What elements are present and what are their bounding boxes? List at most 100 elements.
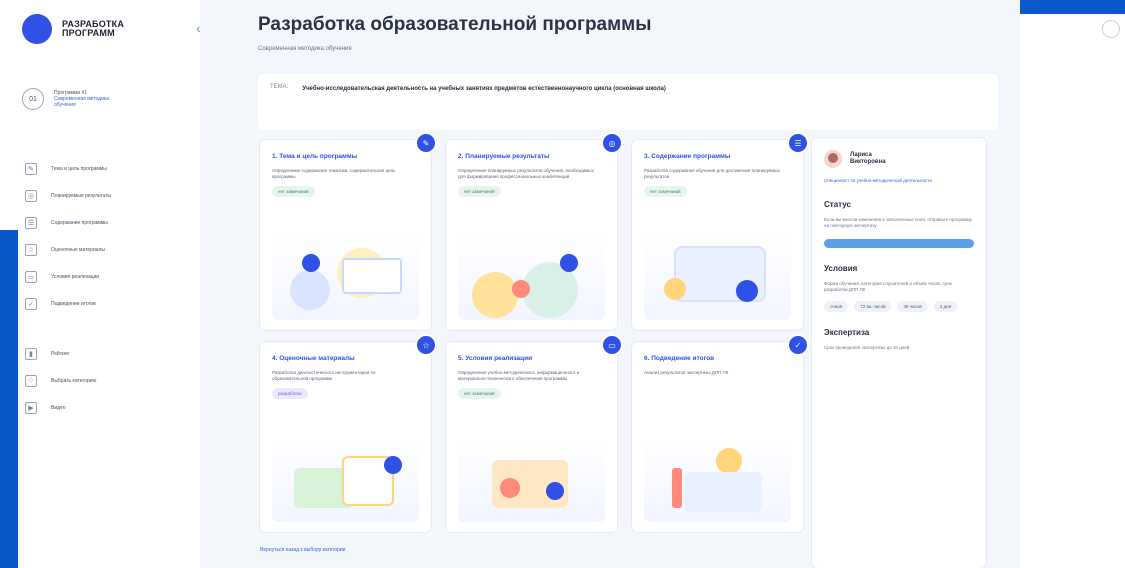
sidebar-item-label: Видео <box>51 404 66 411</box>
person-name: Лариса Викторовна <box>850 152 886 166</box>
sidebar-item-rating[interactable]: ▮ Рейтинг <box>25 340 96 367</box>
sidebar: РАЗРАБОТКА ПРОГРАММ ‹ 01 Программа #1 Со… <box>18 0 201 568</box>
card-conditions[interactable]: ▭ 5. Условия реализации Определение учеб… <box>446 334 623 532</box>
illustration <box>458 438 605 522</box>
star-icon: ☆ <box>415 334 437 356</box>
sidebar-item-choose-category[interactable]: ○ Выбрать категорию <box>25 367 96 394</box>
card-assessment[interactable]: ☆ 4. Оценочные материалы Разработка диаг… <box>260 334 437 532</box>
card-description: Разработка содержания обучения для дости… <box>644 168 780 179</box>
expertise-text: Срок проведения экспертизы до 10 дней <box>824 345 910 350</box>
theme-box: ТЕМА: Учебно-исследовательская деятельно… <box>258 74 998 130</box>
card-title: 1. Тема и цель программы <box>272 153 358 160</box>
avatar <box>824 150 842 168</box>
conditions-title: Условия <box>824 264 858 273</box>
check-icon: ✓ <box>787 334 809 356</box>
logo[interactable]: РАЗРАБОТКА ПРОГРАММ <box>22 14 124 44</box>
condition-chip: 72 ак. часов <box>854 301 892 312</box>
play-icon: ▶ <box>25 401 37 414</box>
sidebar-item-video[interactable]: ▶ Видео <box>25 394 96 421</box>
person-first-name: Лариса <box>850 152 872 158</box>
person-patronymic: Викторовна <box>850 159 886 165</box>
card-description: Определение планируемых результатов обуч… <box>458 168 594 179</box>
card-title: 6. Подведение итогов <box>644 355 715 362</box>
card-results[interactable]: ◎ 2. Планируемые результаты Определение … <box>446 132 623 330</box>
card-description: Определение учебно-методического, информ… <box>458 370 580 381</box>
illustration <box>644 236 791 320</box>
card-description: Определение содержания тематики, содержа… <box>272 168 396 179</box>
screen: РАЗРАБОТКА ПРОГРАММ ‹ 01 Программа #1 Со… <box>0 0 1125 568</box>
logo-icon <box>22 14 52 44</box>
status-text: Если вы внесли изменения в заполненные п… <box>824 217 972 228</box>
right-info-panel: Лариса Викторовна Специалист по учебно-м… <box>812 138 986 568</box>
expertise-title: Экспертиза <box>824 328 870 337</box>
list-icon: ☰ <box>25 216 37 229</box>
conditions-text: Форма обучения, категория слушателей и о… <box>824 281 952 292</box>
sidebar-item-assessment[interactable]: ☆ Оценочные материалы <box>25 236 111 263</box>
card-title: 3. Содержание программы <box>644 153 731 160</box>
card-title: 2. Планируемые результаты <box>458 153 550 160</box>
target-icon: ◎ <box>601 132 623 154</box>
illustration <box>644 438 791 522</box>
star-icon: ☆ <box>25 243 37 256</box>
status-badge: разработка <box>272 388 308 399</box>
status-badge: нет замечаний <box>458 186 501 197</box>
status-title: Статус <box>824 200 851 209</box>
condition-chip: 3 дня <box>933 301 958 312</box>
sidebar-item-summary[interactable]: ✓ Подведение итогов <box>25 290 111 317</box>
theme-value: Учебно-исследовательская деятельность на… <box>302 86 666 92</box>
check-icon: ✓ <box>25 297 37 310</box>
page-subtitle: Современная методика обучения <box>258 46 352 52</box>
target-icon: ◎ <box>25 189 37 202</box>
bar-chart-icon: ▮ <box>25 347 37 360</box>
page-title: Разработка образовательной программы <box>258 14 652 35</box>
sidebar-item-theme[interactable]: ✎ Тема и цель программы <box>25 155 111 182</box>
program-name-line-2: обучения <box>54 102 76 108</box>
status-badge: нет замечаний <box>644 186 687 197</box>
book-icon: ▭ <box>601 334 623 356</box>
theme-label: ТЕМА: <box>270 84 289 90</box>
sidebar-item-label: Оценочные материалы <box>51 246 106 253</box>
sidebar-item-conditions[interactable]: ▭ Условия реализации <box>25 263 111 290</box>
card-title: 5. Условия реализации <box>458 355 533 362</box>
illustration <box>458 236 605 320</box>
condition-chip: 36 часов <box>897 301 928 312</box>
profile-icon[interactable] <box>1102 20 1120 38</box>
main-panel: Разработка образовательной программы Сов… <box>200 0 1020 568</box>
sidebar-item-content[interactable]: ☰ Содержание программы <box>25 209 111 236</box>
condition-chip: очная <box>824 301 849 312</box>
edit-icon: ✎ <box>25 162 37 175</box>
sidebar-item-label: Тема и цель программы <box>51 165 107 172</box>
list-icon: ☰ <box>787 132 809 154</box>
card-description: Разработка диагностического инструментар… <box>272 370 376 381</box>
program-info: Программа #1 Современная методика обучен… <box>54 90 109 108</box>
sidebar-item-results[interactable]: ◎ Планируемые результаты <box>25 182 111 209</box>
status-badge: нет замечаний <box>272 186 315 197</box>
status-progress-bar[interactable] <box>824 239 974 248</box>
card-title: 4. Оценочные материалы <box>272 355 355 362</box>
sidebar-item-label: Условия реализации <box>51 273 100 280</box>
edit-icon: ✎ <box>415 132 437 154</box>
sidebar-item-label: Содержание программы <box>51 219 108 226</box>
person-role-link[interactable]: Специалист по учебно-методической деятел… <box>824 178 974 184</box>
status-badge: нет замечаний <box>458 388 501 399</box>
sidebar-nav: ✎ Тема и цель программы ◎ Планируемые ре… <box>25 155 111 317</box>
card-summary[interactable]: ✓ 6. Подведение итогов Анализ результато… <box>632 334 809 532</box>
conditions-chips: очная 72 ак. часов 36 часов 3 дня <box>824 301 974 312</box>
person-card: Лариса Викторовна <box>824 150 974 168</box>
card-content[interactable]: ☰ 3. Содержание программы Разработка сод… <box>632 132 809 330</box>
decorative-left-band <box>0 230 18 568</box>
circle-icon: ○ <box>25 374 37 387</box>
illustration <box>272 438 419 522</box>
sidebar-item-label: Планируемые результаты <box>51 192 111 199</box>
logo-line-2: ПРОГРАММ <box>62 28 115 38</box>
sidebar-secondary-nav: ▮ Рейтинг ○ Выбрать категорию ▶ Видео <box>25 340 96 421</box>
sidebar-item-label: Рейтинг <box>51 350 70 357</box>
illustration <box>272 236 419 320</box>
sidebar-item-label: Подведение итогов <box>51 300 96 307</box>
book-icon: ▭ <box>25 270 37 283</box>
card-description: Анализ результатов экспертизы ДПП ПК <box>644 370 729 375</box>
card-theme[interactable]: ✎ 1. Тема и цель программы Определение с… <box>260 132 437 330</box>
program-selector[interactable]: 01 Программа #1 Современная методика обу… <box>22 88 109 110</box>
logo-text: РАЗРАБОТКА ПРОГРАММ <box>62 20 124 38</box>
back-to-category-link[interactable]: Вернуться назад к выбору категории <box>260 547 345 553</box>
